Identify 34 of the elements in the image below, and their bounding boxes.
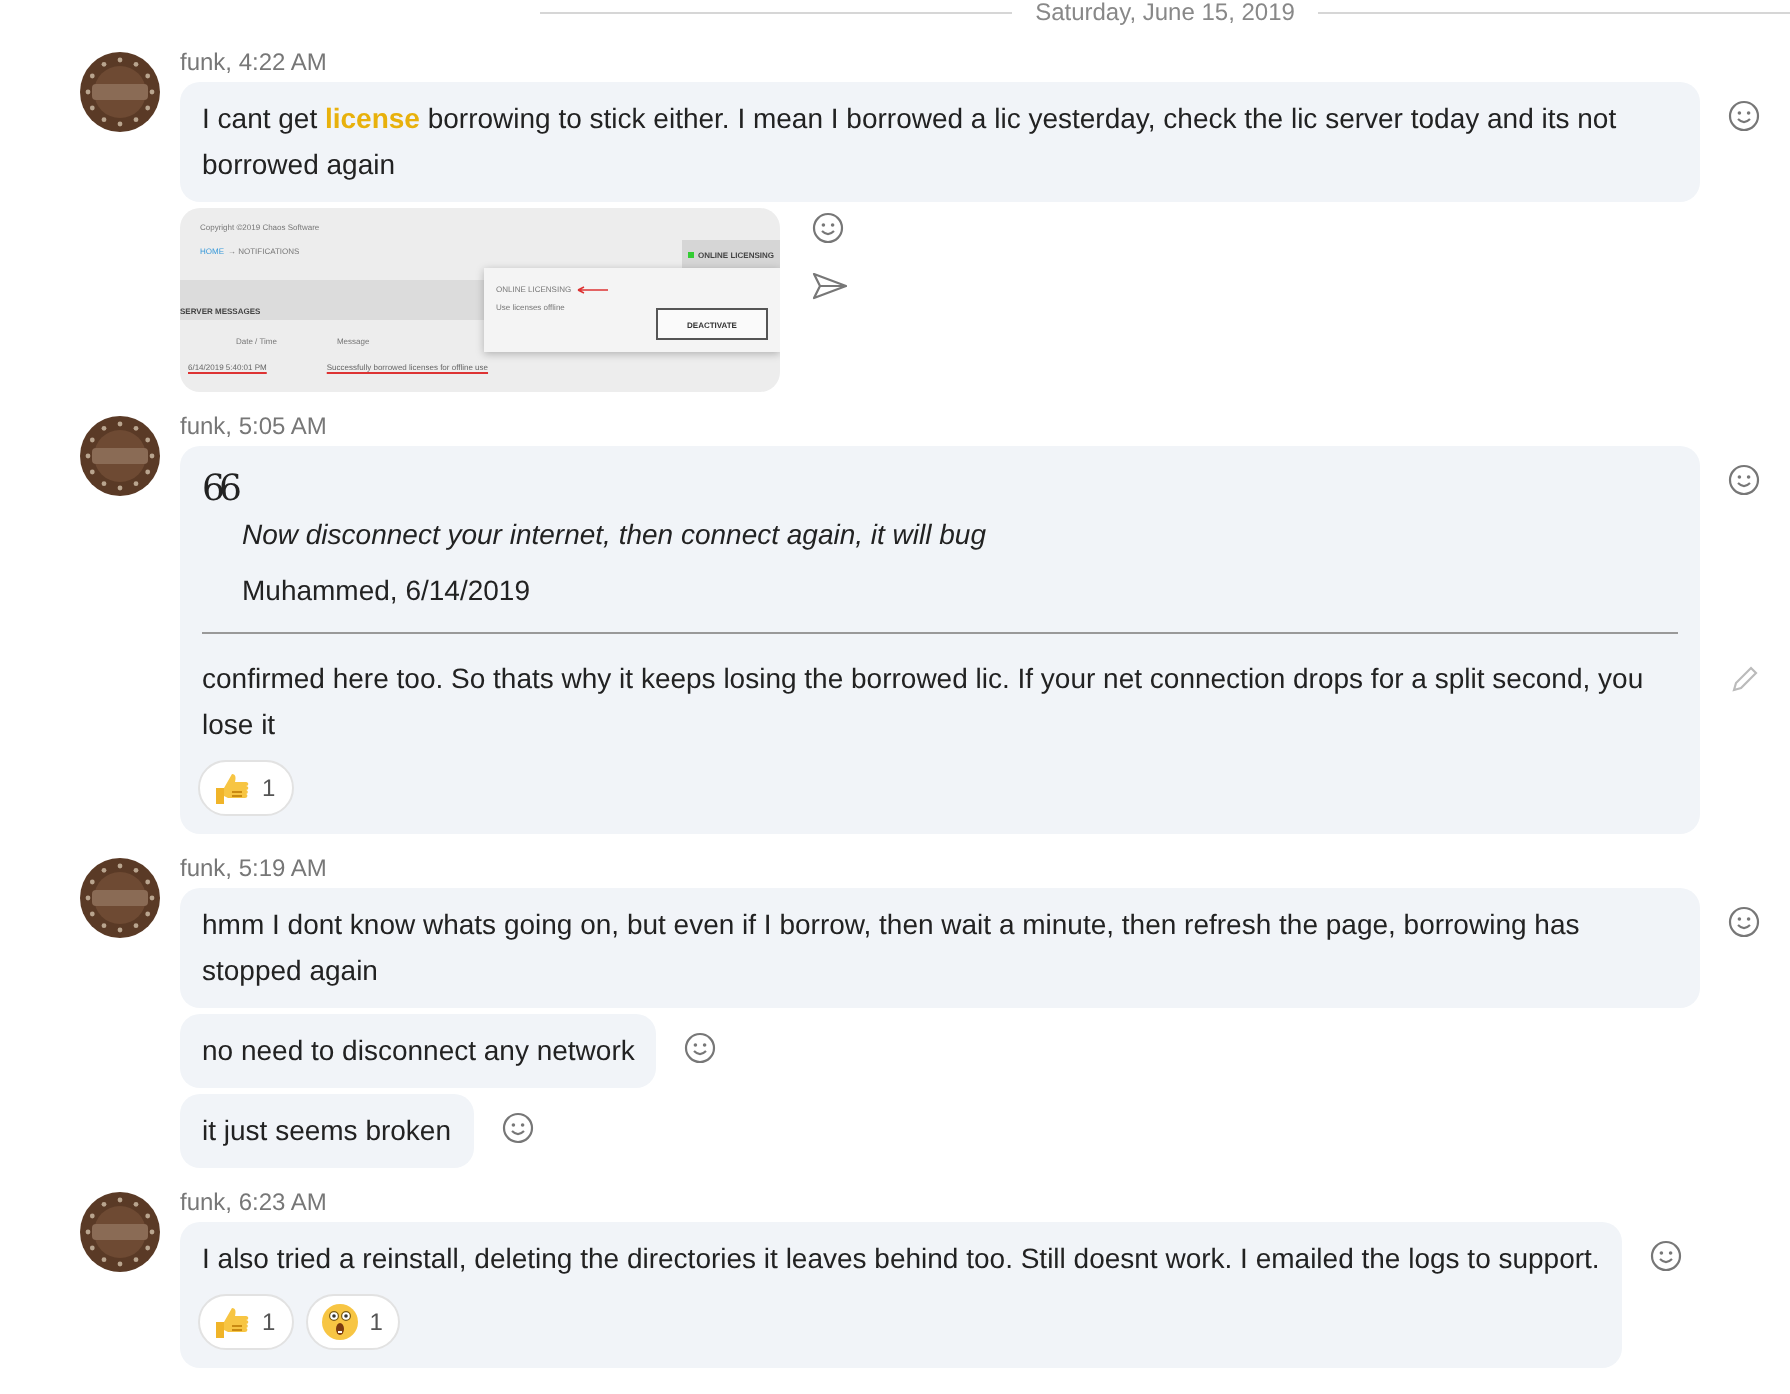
arrow-icon <box>575 285 608 293</box>
emoji-icon[interactable] <box>684 1032 717 1064</box>
send-icon[interactable] <box>812 272 848 300</box>
screenshot-image[interactable] <box>180 208 780 392</box>
emoji-icon[interactable] <box>1728 464 1760 496</box>
sender-time: funk, 5:19 AM <box>180 854 329 884</box>
date-divider: Saturday, June 15, 2019 <box>1035 0 1295 26</box>
reaction-button[interactable]: 1 <box>305 1294 401 1350</box>
quote-author: Muhammed, 6/14/2019 <box>242 572 532 610</box>
emoji-icon[interactable] <box>1728 906 1760 938</box>
message-text: no need to disconnect any network <box>202 1032 635 1070</box>
message-text: hmm I dont know whats going on, but even if I borrow, then wait a minute, then refresh the page, borrowing has stopped again <box>202 906 1582 990</box>
emoji-icon[interactable] <box>812 212 844 244</box>
emoji-icon[interactable] <box>501 1112 533 1144</box>
avatar <box>80 1192 160 1272</box>
emoji-icon[interactable] <box>1649 1240 1682 1272</box>
message-text: I cant get license borrowing to stick either. I mean I borrowed a lic yesterday, check the lic server today and its not borrowed again <box>202 100 1619 184</box>
emoji-icon[interactable] <box>1728 100 1760 132</box>
message-text: it just seems broken <box>202 1112 451 1150</box>
sender-time: funk, 5:05 AM <box>180 412 329 442</box>
surprised-face-icon <box>319 1302 360 1342</box>
quote-text: Now disconnect your internet, then connect again, it will bug <box>242 516 988 554</box>
sender-time: funk, 4:22 AM <box>180 48 329 78</box>
avatar <box>80 52 160 132</box>
message-text: I also tried a reinstall, deleting the directories it leaves behind too. Still doesnt work. I emailed the logs to support. <box>202 1240 1600 1278</box>
reaction-button[interactable]: 1 <box>198 760 294 816</box>
quote-mark: 66 <box>202 468 239 512</box>
avatar <box>80 416 160 496</box>
reaction-button[interactable]: 1 <box>198 1294 294 1350</box>
thumbs-up-icon <box>212 1302 252 1342</box>
sender-time: funk, 6:23 AM <box>180 1188 329 1218</box>
message-text: confirmed here too. So thats why it keeps losing the borrowed lic. If your net connection drops for a split second, you lose it <box>202 660 1646 744</box>
thumbs-up-icon <box>212 768 252 808</box>
avatar <box>80 858 160 938</box>
